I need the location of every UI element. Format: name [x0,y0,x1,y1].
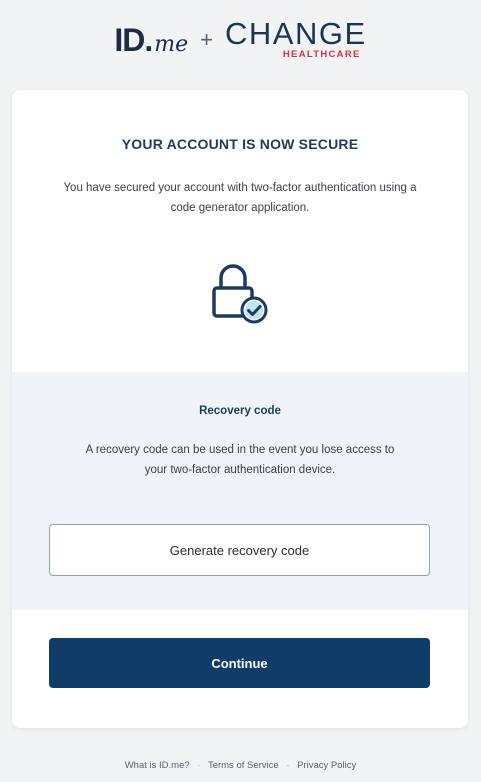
idme-logo-dot: . [144,21,154,58]
header: ID. me + CHANGE HEALTHCARE [0,0,481,80]
recovery-code-description: A recovery code can be used in the event… [85,444,395,476]
change-logo-main: CHANGE [225,16,367,51]
generate-recovery-code-button[interactable]: Generate recovery code [49,524,430,576]
secure-description: You have secured your account with two-f… [63,182,417,214]
footer-link-what-is-idme[interactable]: What is ID.me? [125,760,190,771]
account-secure-card: YOUR ACCOUNT IS NOW SECURE You have secu… [12,90,468,728]
plus-sign: + [200,27,213,52]
idme-logo-id: ID [114,21,145,58]
idme-logo: ID. me [114,22,188,59]
footer-link-privacy[interactable]: Privacy Policy [297,760,356,771]
footer-separator: · [286,760,290,771]
footer-link-terms[interactable]: Terms of Service [208,760,279,771]
recovery-code-section: Recovery code A recovery code can be use… [12,372,468,610]
continue-button[interactable]: Continue [49,638,430,688]
footer: What is ID.me? · Terms of Service · Priv… [0,760,481,771]
recovery-code-title: Recovery code [199,405,281,417]
footer-separator: · [197,760,201,771]
idme-logo-me: me [154,31,189,57]
lock-check-icon [212,264,268,324]
change-healthcare-logo: CHANGE HEALTHCARE [225,16,367,61]
secure-section: YOUR ACCOUNT IS NOW SECURE You have secu… [12,90,468,372]
page-title: YOUR ACCOUNT IS NOW SECURE [121,136,359,152]
change-logo-sub: HEALTHCARE [282,49,361,60]
